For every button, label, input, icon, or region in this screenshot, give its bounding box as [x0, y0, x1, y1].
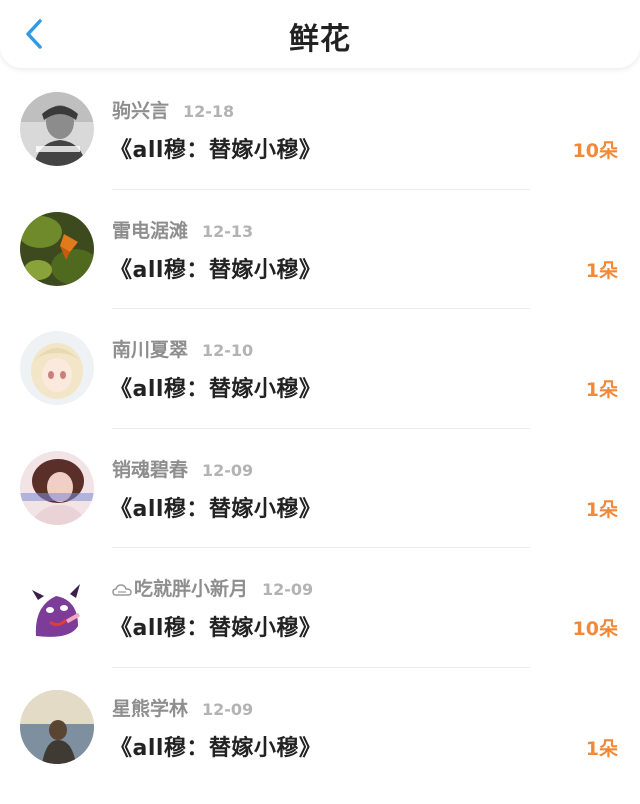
item-meta: 驹兴言 12-18 — [112, 96, 234, 122]
avatar[interactable] — [20, 450, 94, 525]
flower-count: 1朵 — [585, 259, 618, 282]
flower-count: 10朵 — [572, 618, 618, 640]
top-bar: 鲜花 — [0, 0, 640, 68]
list-item[interactable]: 驹兴言 12-18 《all穆：替嫁小穆》 10朵 — [0, 70, 640, 190]
list-item[interactable]: 星熊学林 12-09 《all穆：替嫁小穆》 1朵 — [0, 667, 640, 787]
flower-count: 1朵 — [585, 737, 618, 760]
avatar[interactable] — [20, 689, 94, 764]
list-item[interactable]: 雷电涺滩 12-13 《all穆：替嫁小穆》 1朵 — [0, 189, 640, 309]
book-title[interactable]: 《all穆：替嫁小穆》 — [110, 610, 321, 642]
item-meta: 南川夏翠 12-10 — [112, 335, 253, 361]
flowers-page: 鲜花 驹兴言 12-18 《all穆：替嫁小穆》 10朵 雷电涺滩 12-13 … — [0, 0, 640, 804]
flower-list: 驹兴言 12-18 《all穆：替嫁小穆》 10朵 雷电涺滩 12-13 《al… — [0, 70, 640, 787]
username[interactable]: 星熊学林 — [112, 698, 188, 720]
book-title[interactable]: 《all穆：替嫁小穆》 — [110, 491, 321, 523]
item-meta: 吃就胖小新月 12-09 — [112, 574, 313, 600]
flower-count: 1朵 — [585, 379, 618, 401]
flower-count: 1朵 — [585, 498, 618, 521]
avatar[interactable] — [20, 570, 94, 644]
username[interactable]: 吃就胖小新月 — [134, 578, 248, 600]
username[interactable]: 雷电涺滩 — [112, 220, 188, 242]
date: 12-09 — [202, 460, 254, 480]
username[interactable]: 销魂碧春 — [112, 459, 188, 481]
date: 12-09 — [202, 699, 254, 719]
avatar[interactable] — [20, 92, 94, 166]
page-title: 鲜花 — [289, 22, 351, 57]
date: 12-09 — [262, 580, 314, 599]
username[interactable]: 南川夏翠 — [112, 339, 188, 361]
flower-count: 10朵 — [572, 140, 618, 162]
date: 12-18 — [183, 102, 235, 121]
avatar[interactable] — [20, 331, 94, 405]
date: 12-10 — [202, 341, 254, 360]
cloud-icon — [112, 582, 132, 601]
list-item[interactable]: 吃就胖小新月 12-09 《all穆：替嫁小穆》 10朵 — [0, 548, 640, 668]
book-title[interactable]: 《all穆：替嫁小穆》 — [110, 730, 321, 762]
book-title[interactable]: 《all穆：替嫁小穆》 — [110, 252, 321, 284]
book-title[interactable]: 《all穆：替嫁小穆》 — [110, 132, 321, 164]
list-item[interactable]: 销魂碧春 12-09 《all穆：替嫁小穆》 1朵 — [0, 428, 640, 548]
date: 12-13 — [202, 221, 254, 241]
item-meta: 星熊学林 12-09 — [112, 694, 253, 720]
avatar[interactable] — [20, 211, 94, 286]
item-meta: 销魂碧春 12-09 — [112, 455, 253, 481]
book-title[interactable]: 《all穆：替嫁小穆》 — [110, 371, 321, 403]
item-meta: 雷电涺滩 12-13 — [112, 216, 253, 242]
list-item[interactable]: 南川夏翠 12-10 《all穆：替嫁小穆》 1朵 — [0, 309, 640, 429]
username[interactable]: 驹兴言 — [112, 100, 169, 122]
